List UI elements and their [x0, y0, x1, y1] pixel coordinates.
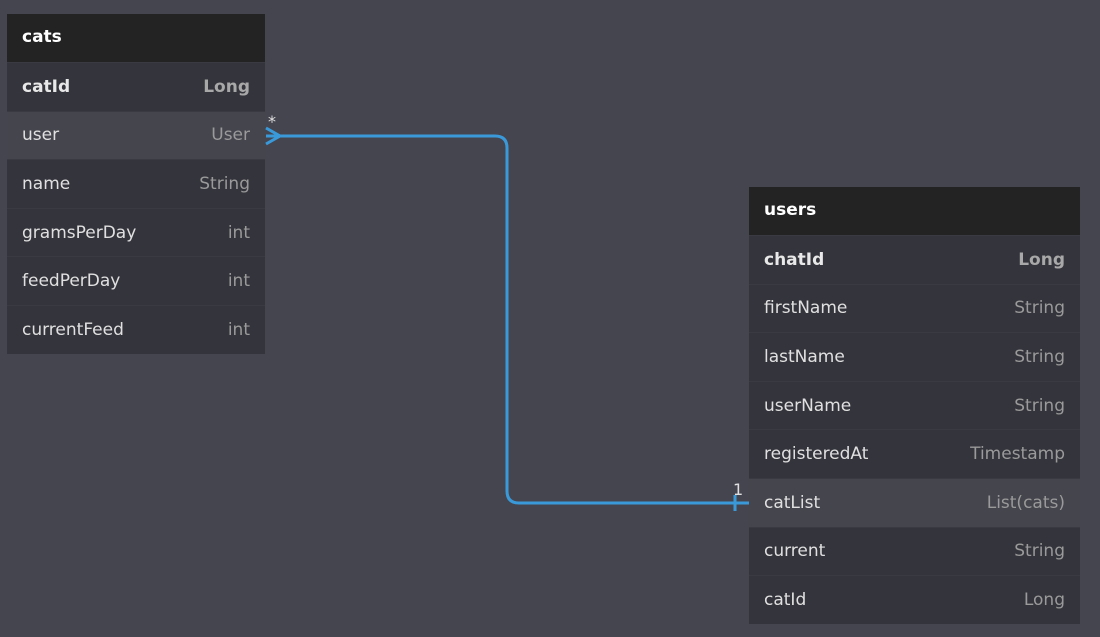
field-name: user: [22, 125, 60, 146]
field-name: userName: [764, 395, 852, 416]
field-name: catId: [764, 589, 807, 610]
field-row-chatid[interactable]: chatId Long: [749, 235, 1080, 284]
field-type: int: [227, 271, 250, 292]
field-type: User: [211, 125, 250, 146]
field-type: String: [1014, 541, 1065, 562]
field-row-username[interactable]: userName String: [749, 380, 1080, 430]
table-header[interactable]: cats: [7, 14, 265, 62]
field-list: chatId Long firstName String lastName String u…: [749, 235, 1080, 624]
field-type: Long: [1018, 249, 1065, 270]
field-type: int: [227, 319, 250, 340]
field-type: List(cats): [986, 492, 1065, 513]
field-type: String: [1014, 298, 1065, 319]
field-row-registeredat[interactable]: registeredAt Timestamp: [749, 429, 1080, 478]
field-type: String: [1014, 346, 1065, 367]
field-row-catid[interactable]: catId Long: [749, 575, 1080, 624]
cardinality-one: 1: [733, 480, 744, 499]
field-name: gramsPerDay: [22, 222, 137, 243]
field-name: lastName: [764, 346, 845, 367]
field-row-currentfeed[interactable]: currentFeed int: [7, 304, 265, 354]
field-type: String: [1014, 395, 1065, 416]
connector-line[interactable]: [266, 134, 749, 505]
table-users[interactable]: users chatId Long firstName String lastName S…: [749, 187, 1080, 624]
field-name: name: [22, 173, 71, 194]
field-row-feedperday[interactable]: feedPerDay int: [7, 256, 265, 305]
field-list: catId Long user User name String gramsPerDay in…: [7, 62, 265, 354]
field-name: catId: [22, 76, 71, 97]
table-header[interactable]: users: [749, 187, 1080, 235]
field-name: feedPerDay: [22, 271, 121, 292]
field-type: int: [227, 222, 250, 243]
field-type: String: [199, 173, 250, 194]
field-row-gramsperday[interactable]: gramsPerDay int: [7, 207, 265, 257]
field-name: current: [764, 541, 826, 562]
cardinality-many: *: [268, 112, 276, 131]
field-row-catid[interactable]: catId Long: [7, 62, 265, 111]
field-name: currentFeed: [22, 319, 124, 340]
field-name: catList: [764, 492, 821, 513]
field-name: chatId: [764, 249, 825, 270]
field-row-user[interactable]: user User: [7, 110, 265, 160]
field-row-lastname[interactable]: lastName String: [749, 332, 1080, 381]
field-row-current[interactable]: current String: [749, 526, 1080, 576]
table-cats[interactable]: cats catId Long user User name String gramsPer…: [7, 14, 265, 354]
field-row-name[interactable]: name String: [7, 159, 265, 208]
field-name: firstName: [764, 298, 848, 319]
field-name: registeredAt: [764, 444, 869, 465]
field-type: Timestamp: [970, 444, 1065, 465]
field-row-firstname[interactable]: firstName String: [749, 283, 1080, 333]
field-type: Long: [203, 76, 250, 97]
field-type: Long: [1023, 589, 1065, 610]
field-row-catlist[interactable]: catList List(cats): [749, 477, 1080, 527]
